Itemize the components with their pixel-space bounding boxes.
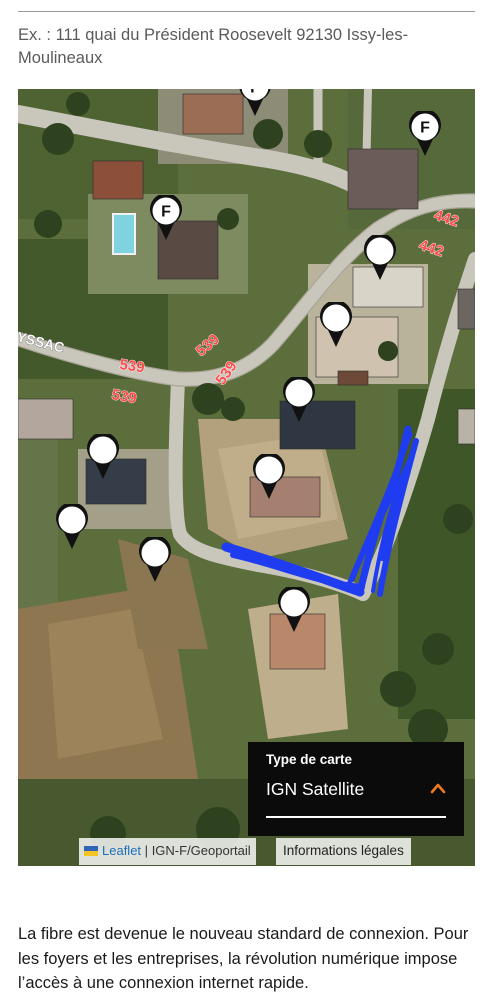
map-pin[interactable] bbox=[138, 535, 172, 583]
pin-letter: F bbox=[250, 89, 260, 97]
map-pin[interactable] bbox=[252, 452, 286, 500]
road-label: 442 bbox=[432, 207, 461, 231]
map-pin-f[interactable]: F bbox=[149, 193, 183, 241]
road-label: 539 bbox=[212, 358, 240, 388]
ukraine-flag-icon bbox=[84, 846, 98, 856]
map-pin[interactable] bbox=[55, 502, 89, 550]
map-pin[interactable] bbox=[282, 375, 316, 423]
road-name-label: YSSAC bbox=[18, 328, 66, 355]
intro-paragraph: La fibre est devenue le nouveau standard… bbox=[18, 925, 469, 992]
road-label: 539 bbox=[193, 331, 223, 360]
map-type-select[interactable]: IGN Satellite bbox=[266, 779, 364, 800]
road-label: 539 bbox=[118, 356, 145, 376]
map-type-title: Type de carte bbox=[266, 752, 353, 767]
map-pin[interactable] bbox=[86, 432, 120, 480]
legal-info-link[interactable]: Informations légales bbox=[276, 838, 411, 865]
map-attribution: Leaflet | IGN-F/Geoportail bbox=[79, 838, 256, 865]
map-pin[interactable] bbox=[363, 233, 397, 281]
map-pin[interactable] bbox=[277, 585, 311, 633]
map-type-control[interactable]: Type de carte IGN Satellite bbox=[248, 742, 464, 836]
map-type-underline bbox=[266, 816, 446, 818]
top-divider bbox=[18, 11, 475, 12]
leaflet-link[interactable]: Leaflet bbox=[102, 843, 141, 858]
map-pin-f[interactable]: F bbox=[408, 109, 442, 157]
pin-letter: F bbox=[420, 120, 430, 137]
map-pin-f[interactable]: F bbox=[238, 89, 272, 117]
address-example: Ex. : 111 quai du Président Roosevelt 92… bbox=[18, 26, 409, 67]
pin-letter: F bbox=[161, 204, 171, 221]
road-label: 442 bbox=[417, 237, 446, 261]
chevron-up-icon[interactable] bbox=[430, 782, 446, 794]
attribution-provider: IGN-F/Geoportail bbox=[151, 843, 251, 858]
attribution-separator: | bbox=[144, 843, 149, 858]
road-label: 539 bbox=[110, 386, 138, 407]
map-pin[interactable] bbox=[319, 300, 353, 348]
